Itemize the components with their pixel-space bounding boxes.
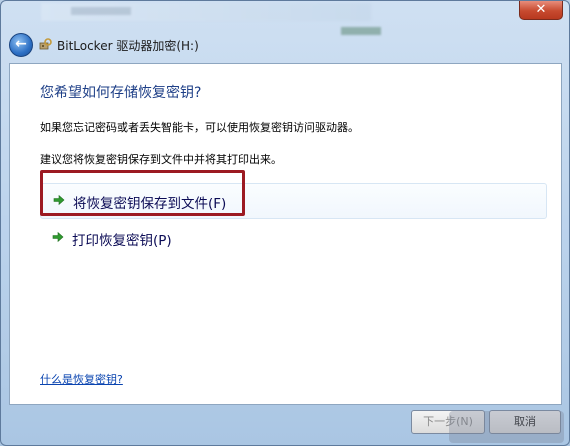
window-title: BitLocker 驱动器加密(H:) — [57, 39, 199, 53]
print-label: 打印恢复密钥(P) — [72, 233, 172, 249]
green-arrow-icon — [52, 231, 64, 243]
help-link[interactable]: 什么是恢复密钥? — [40, 371, 123, 387]
back-arrow-icon: ← — [15, 36, 27, 52]
description-text: 如果您忘记密码或者丢失智能卡，可以使用恢复密钥访问驱动器。 — [40, 121, 359, 134]
content-panel: 您希望如何存储恢复密钥? 如果您忘记密码或者丢失智能卡，可以使用恢复密钥访问驱动… — [9, 63, 562, 405]
watermark — [449, 411, 564, 443]
print-option[interactable]: 打印恢复密钥(P) — [40, 221, 545, 255]
header-bar: ← BitLocker 驱动器加密(H:) — [1, 27, 569, 63]
page-heading: 您希望如何存储恢复密钥? — [40, 85, 202, 101]
bitlocker-window: ✕ ← BitLocker 驱动器加密(H:) 您希望如何存储恢复密钥? 如果您… — [0, 0, 570, 446]
back-button[interactable]: ← — [9, 33, 33, 57]
highlight-box — [40, 170, 245, 216]
background-ghost — [41, 3, 381, 35]
ghost-block — [71, 7, 131, 15]
close-button[interactable]: ✕ — [519, 1, 563, 20]
recommendation-text: 建议您将恢复密钥保存到文件中并将其打印出来。 — [40, 153, 282, 166]
bitlocker-key-icon — [39, 38, 52, 50]
